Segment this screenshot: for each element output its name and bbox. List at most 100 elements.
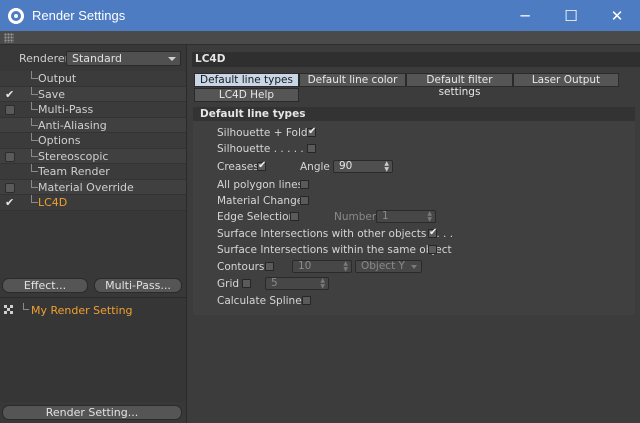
silhouette-folds-checkbox[interactable] <box>307 126 316 137</box>
render-settings-list: My Render Setting <box>0 297 186 402</box>
grid-size-input[interactable]: 5 ▲ ▼ <box>265 277 329 290</box>
spinner-arrows-icon[interactable]: ▲ ▼ <box>427 211 432 223</box>
tree-item-options[interactable]: Options <box>0 133 186 149</box>
checkmark-icon[interactable]: ✔ <box>5 197 15 208</box>
tree-item-label: Team Render <box>38 165 110 178</box>
maximize-button[interactable]: ☐ <box>548 0 594 31</box>
grid-label: Grid <box>217 278 240 290</box>
edge-selection-label: Edge Selection <box>217 211 296 223</box>
calculate-splines-checkbox[interactable] <box>302 296 311 305</box>
contours-axis-value: Object Y <box>361 260 405 272</box>
tree-item-stereoscopic[interactable]: Stereoscopic <box>0 148 186 164</box>
tree-item-multi-pass[interactable]: Multi-Pass <box>0 102 186 118</box>
creases-label: Creases <box>217 161 259 173</box>
enable-checkbox[interactable] <box>5 151 15 162</box>
tab-default-filter-settings[interactable]: Default filter settings <box>406 73 513 98</box>
tree-item-label: Options <box>38 134 81 147</box>
all-polygon-lines-label: All polygon lines <box>217 179 304 191</box>
renderer-row: Renderer Standard <box>0 51 187 67</box>
tree-item-label: Save <box>38 87 66 101</box>
spinner-arrows-icon[interactable]: ▲ ▼ <box>320 278 325 290</box>
silhouette-folds-label: Silhouette + Folds <box>217 127 314 139</box>
tree-item-team-render[interactable]: Team Render <box>0 164 186 180</box>
panel-header: LC4D <box>192 52 640 67</box>
tab-laser-output[interactable]: Laser Output <box>513 73 619 87</box>
grid-size-value: 5 <box>271 277 278 289</box>
edge-selection-checkbox[interactable] <box>290 212 299 221</box>
number-label: Number <box>334 211 377 223</box>
title-bar: Render Settings ─ ☐ ✕ <box>0 0 640 31</box>
cinema4d-app-icon <box>8 7 24 24</box>
angle-value: 90 <box>339 160 353 172</box>
grip-icon[interactable] <box>4 33 14 43</box>
contours-axis-dropdown[interactable]: Object Y <box>355 260 422 273</box>
angle-label: Angle <box>300 161 330 173</box>
close-button[interactable]: ✕ <box>594 0 640 31</box>
minimize-button[interactable]: ─ <box>502 0 548 31</box>
calculate-splines-label: Calculate Splines <box>217 295 308 307</box>
surface-intersections-other-checkbox[interactable] <box>428 227 437 238</box>
material-change-checkbox[interactable] <box>300 196 309 205</box>
tree-connector <box>23 303 29 310</box>
enable-checkbox[interactable] <box>5 105 15 115</box>
spinner-arrows-icon[interactable]: ▲ ▼ <box>343 261 348 273</box>
tree-item-anti-aliasing[interactable]: Anti-Aliasing <box>0 117 186 133</box>
tree-connector <box>31 133 38 141</box>
number-input[interactable]: 1 ▲ ▼ <box>376 210 436 223</box>
render-setting-item[interactable]: My Render Setting <box>0 302 186 318</box>
silhouette-checkbox[interactable] <box>307 144 316 153</box>
tree-item-label: LC4D <box>38 196 68 209</box>
renderer-label: Renderer <box>19 52 70 65</box>
checkmark-icon[interactable]: ✔ <box>5 89 15 100</box>
surface-intersections-same-label: Surface Intersections within the same ob… <box>217 244 452 256</box>
tab-lc4d-help[interactable]: LC4D Help <box>194 88 299 102</box>
contours-count-input[interactable]: 10 ▲ ▼ <box>292 260 352 273</box>
contours-count-value: 10 <box>298 260 312 272</box>
spinner-arrows-icon[interactable]: ▲ ▼ <box>384 161 389 173</box>
tree-item-lc4d[interactable]: ✔ LC4D <box>0 195 186 211</box>
enable-checkbox[interactable] <box>5 182 15 193</box>
tree-item-label: Stereoscopic <box>38 149 109 163</box>
tree-connector <box>31 71 38 79</box>
grid-checkbox[interactable] <box>242 279 251 288</box>
tree-connector <box>31 86 38 95</box>
chevron-down-icon <box>168 57 176 61</box>
number-value: 1 <box>382 210 389 222</box>
attributes-panel: LC4D Default line types Default line col… <box>188 45 640 423</box>
left-panel: Renderer Standard Output ✔ Save Multi-Pa… <box>0 45 187 423</box>
tree-item-label: Output <box>38 72 77 85</box>
tree-connector <box>31 195 38 203</box>
tree-connector <box>31 102 38 110</box>
tree-item-label: Material Override <box>38 180 134 194</box>
chevron-down-icon <box>411 265 417 269</box>
contours-checkbox[interactable] <box>265 262 274 271</box>
tab-default-line-types[interactable]: Default line types <box>194 73 299 87</box>
angle-input[interactable]: 90 ▲ ▼ <box>333 160 393 173</box>
tree-item-label: Multi-Pass <box>38 103 94 116</box>
tree-connector <box>31 148 38 157</box>
default-line-types-group: Default line types Silhouette + Folds Si… <box>193 107 635 315</box>
tree-connector <box>31 179 38 188</box>
surface-intersections-same-checkbox[interactable] <box>428 245 437 254</box>
settings-tree: Output ✔ Save Multi-Pass Anti-Aliasing O… <box>0 71 186 211</box>
effect-button[interactable]: Effect... <box>2 278 88 293</box>
tree-connector <box>31 117 38 126</box>
renderer-dropdown[interactable]: Standard <box>66 51 181 66</box>
tree-connector <box>31 164 38 172</box>
tree-item-label: Anti-Aliasing <box>38 118 107 132</box>
all-polygon-lines-checkbox[interactable] <box>300 180 309 189</box>
tree-item-output[interactable]: Output <box>0 71 186 87</box>
silhouette-label: Silhouette . . . . . . . <box>217 143 318 155</box>
surface-intersections-other-label: Surface Intersections with other objects… <box>217 228 454 240</box>
window-controls: ─ ☐ ✕ <box>502 0 640 31</box>
tree-item-material-override[interactable]: Material Override <box>0 179 186 195</box>
material-change-label: Material Change <box>217 195 304 207</box>
creases-checkbox[interactable] <box>257 160 266 171</box>
tab-default-line-color[interactable]: Default line color <box>299 73 406 87</box>
group-title: Default line types <box>193 107 635 121</box>
render-setting-label: My Render Setting <box>31 304 133 317</box>
window-title: Render Settings <box>32 8 126 23</box>
tree-item-save[interactable]: ✔ Save <box>0 86 186 102</box>
render-setting-button[interactable]: Render Setting... <box>2 405 182 420</box>
multi-pass-button[interactable]: Multi-Pass... <box>94 278 182 293</box>
